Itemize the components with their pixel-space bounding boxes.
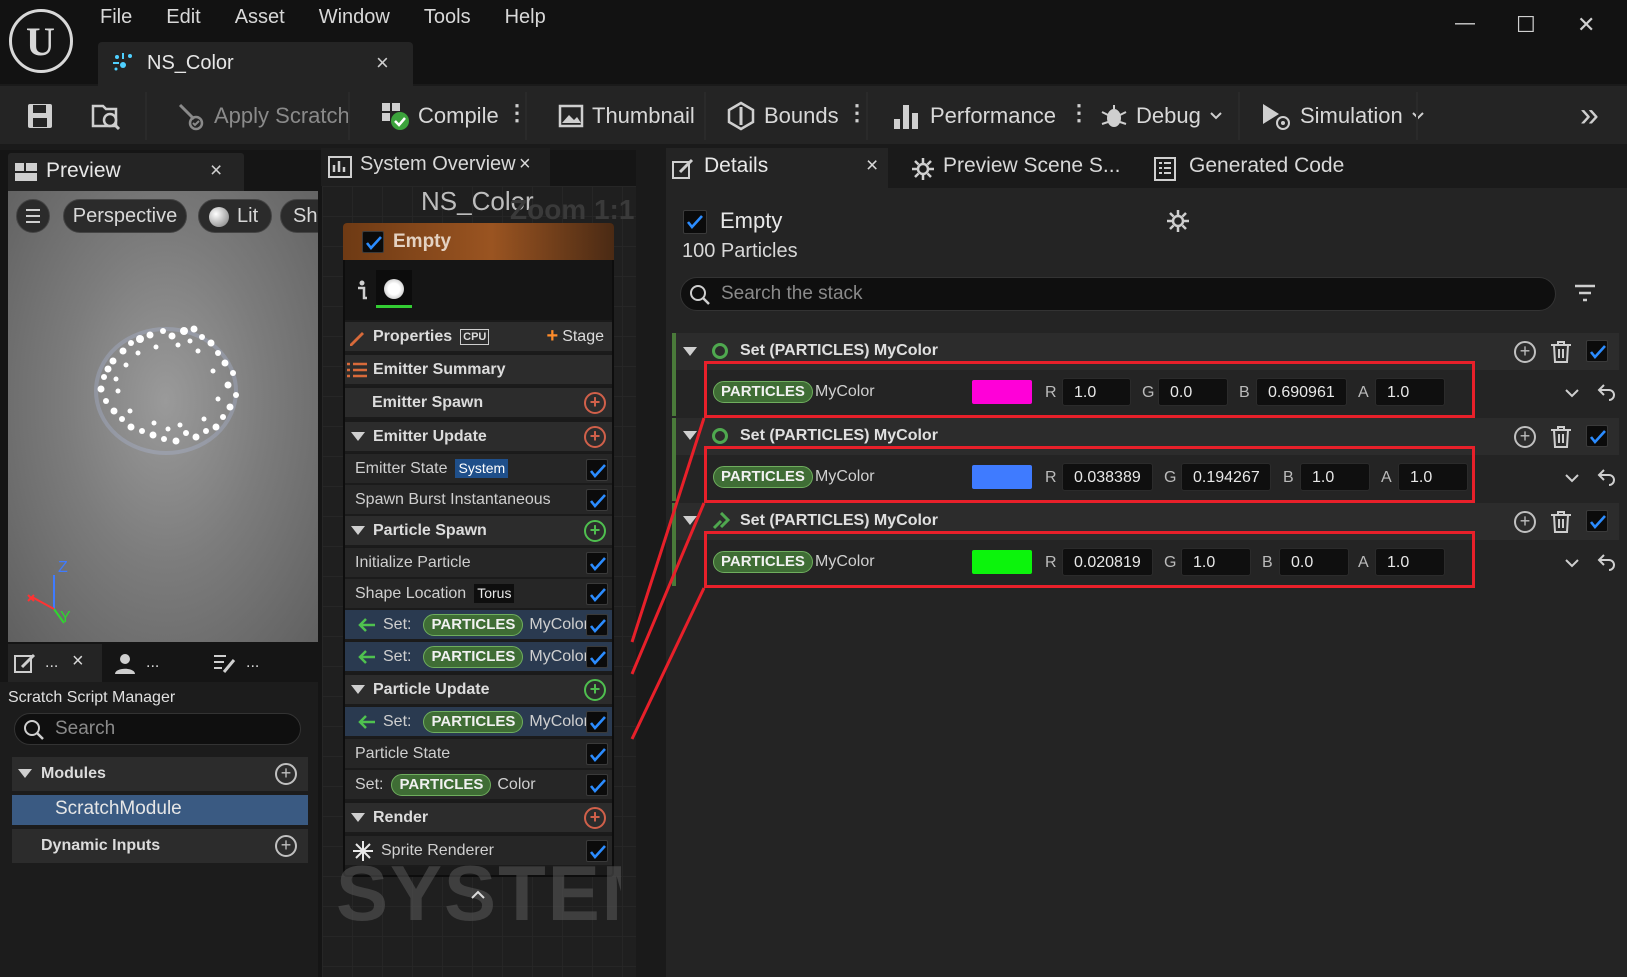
highlight-connector-lines: [630, 417, 706, 740]
